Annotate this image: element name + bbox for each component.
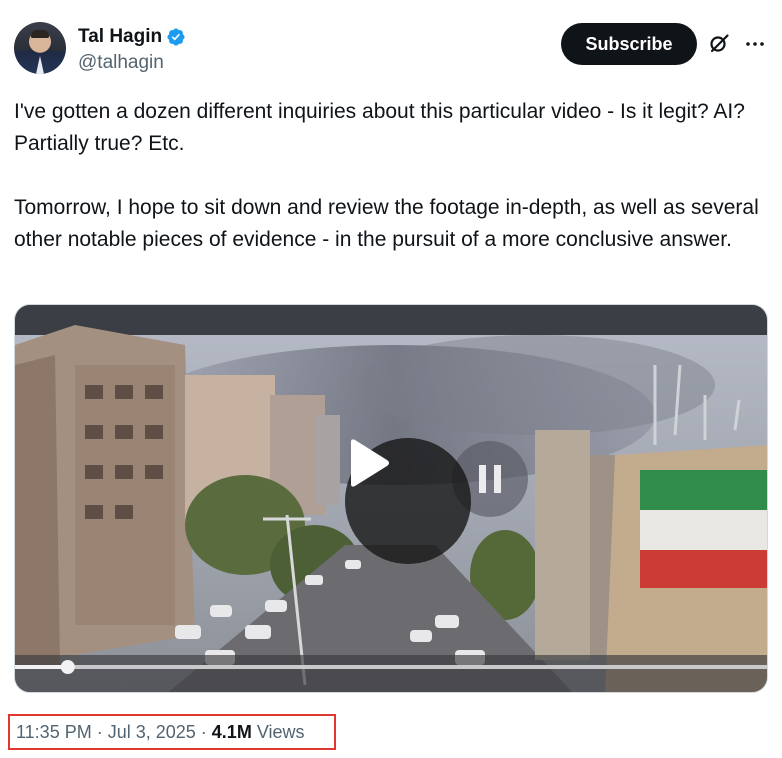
views-label: Views xyxy=(256,721,305,742)
meta-separator: · xyxy=(200,721,207,742)
tweet-time[interactable]: 11:35 PM xyxy=(16,722,92,743)
play-icon xyxy=(351,439,389,487)
meta-separator: · xyxy=(96,721,103,742)
progress-thumb[interactable] xyxy=(60,660,75,674)
author-handle[interactable]: @talhagin xyxy=(78,52,164,74)
tweet-paragraph: Tomorrow, I hope to sit down and review … xyxy=(14,196,759,251)
progress-track[interactable] xyxy=(15,665,768,669)
author-name[interactable]: Tal Hagin xyxy=(78,26,162,48)
tweet-meta: 11:35 PM · Jul 3, 2025 · 4.1M Views xyxy=(8,714,336,750)
subscribe-button[interactable]: Subscribe xyxy=(561,23,697,65)
grok-icon[interactable] xyxy=(707,32,731,56)
views-count: 4.1M xyxy=(211,721,252,742)
video-player[interactable] xyxy=(14,304,768,693)
more-icon[interactable] xyxy=(743,32,767,56)
progress-fill xyxy=(15,665,68,669)
play-button[interactable] xyxy=(345,438,471,564)
verified-badge-icon xyxy=(167,28,185,46)
tweet-header: Tal Hagin @talhagin Subscribe xyxy=(14,22,770,78)
avatar[interactable] xyxy=(14,22,66,74)
tweet-date[interactable]: Jul 3, 2025 xyxy=(108,722,196,743)
tweet-text: I've gotten a dozen different inquiries … xyxy=(14,96,770,256)
author-name-row: Tal Hagin xyxy=(78,26,186,48)
tweet-paragraph: I've gotten a dozen different inquiries … xyxy=(14,100,745,155)
